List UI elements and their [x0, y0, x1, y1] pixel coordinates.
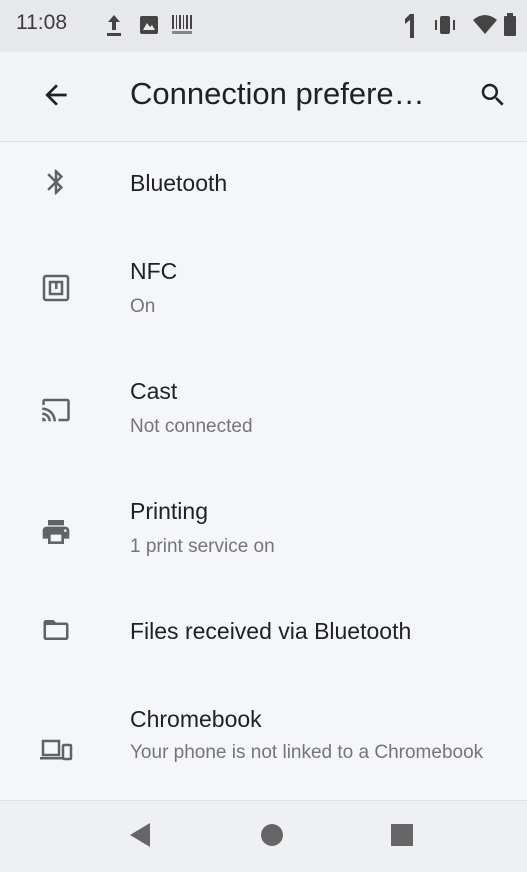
cast-icon [34, 388, 78, 432]
photo-icon [138, 14, 160, 41]
printer-icon [34, 510, 78, 554]
list-item-title: Chromebook [130, 706, 262, 732]
navigation-bar [0, 800, 527, 872]
folder-icon [34, 608, 78, 652]
list-item-cast[interactable]: Cast Not connected [0, 354, 527, 474]
overview-square-icon [389, 822, 415, 853]
home-circle-icon [259, 822, 285, 853]
vibrate-icon [432, 14, 458, 41]
back-triangle-icon [127, 821, 153, 854]
search-icon [478, 80, 508, 115]
nav-back-button[interactable] [118, 817, 162, 857]
barcode-icon [170, 13, 196, 42]
nav-home-button[interactable] [250, 817, 294, 857]
page-title: Connection prefere… [130, 76, 425, 111]
list-item-title: Files received via Bluetooth [130, 618, 412, 644]
devices-icon [34, 728, 78, 772]
status-time: 11:08 [16, 11, 67, 34]
bluetooth-icon [34, 160, 78, 204]
arrow-back-icon [40, 79, 72, 116]
list-item-bluetooth[interactable]: Bluetooth [0, 142, 527, 234]
list-item-title: Bluetooth [130, 170, 228, 196]
app-bar: Connection prefere… [0, 52, 527, 142]
upload-icon [104, 12, 124, 43]
list-item-nfc[interactable]: NFC On [0, 234, 527, 354]
battery-icon [502, 12, 518, 43]
list-item-subtitle: 1 print service on [130, 536, 275, 557]
back-button[interactable] [28, 71, 84, 123]
nav-overview-button[interactable] [380, 817, 424, 857]
wifi-icon [472, 14, 498, 41]
list-item-subtitle: Not connected [130, 416, 253, 437]
list-item-chromebook[interactable]: Chromebook Your phone is not linked to a… [0, 694, 527, 800]
signal-icon [400, 12, 418, 45]
settings-list: Bluetooth NFC On Cast Not connected Prin… [0, 142, 527, 800]
list-item-printing[interactable]: Printing 1 print service on [0, 474, 527, 594]
nfc-icon [34, 266, 78, 310]
list-item-subtitle: On [130, 296, 156, 317]
list-item-files-received[interactable]: Files received via Bluetooth [0, 594, 527, 694]
list-item-title: Cast [130, 378, 178, 404]
list-item-subtitle: Your phone is not linked to a Chromebook [130, 742, 484, 763]
search-button[interactable] [468, 72, 518, 122]
list-item-title: Printing [130, 498, 208, 524]
status-bar: 11:08 [0, 0, 527, 52]
list-item-title: NFC [130, 258, 178, 284]
